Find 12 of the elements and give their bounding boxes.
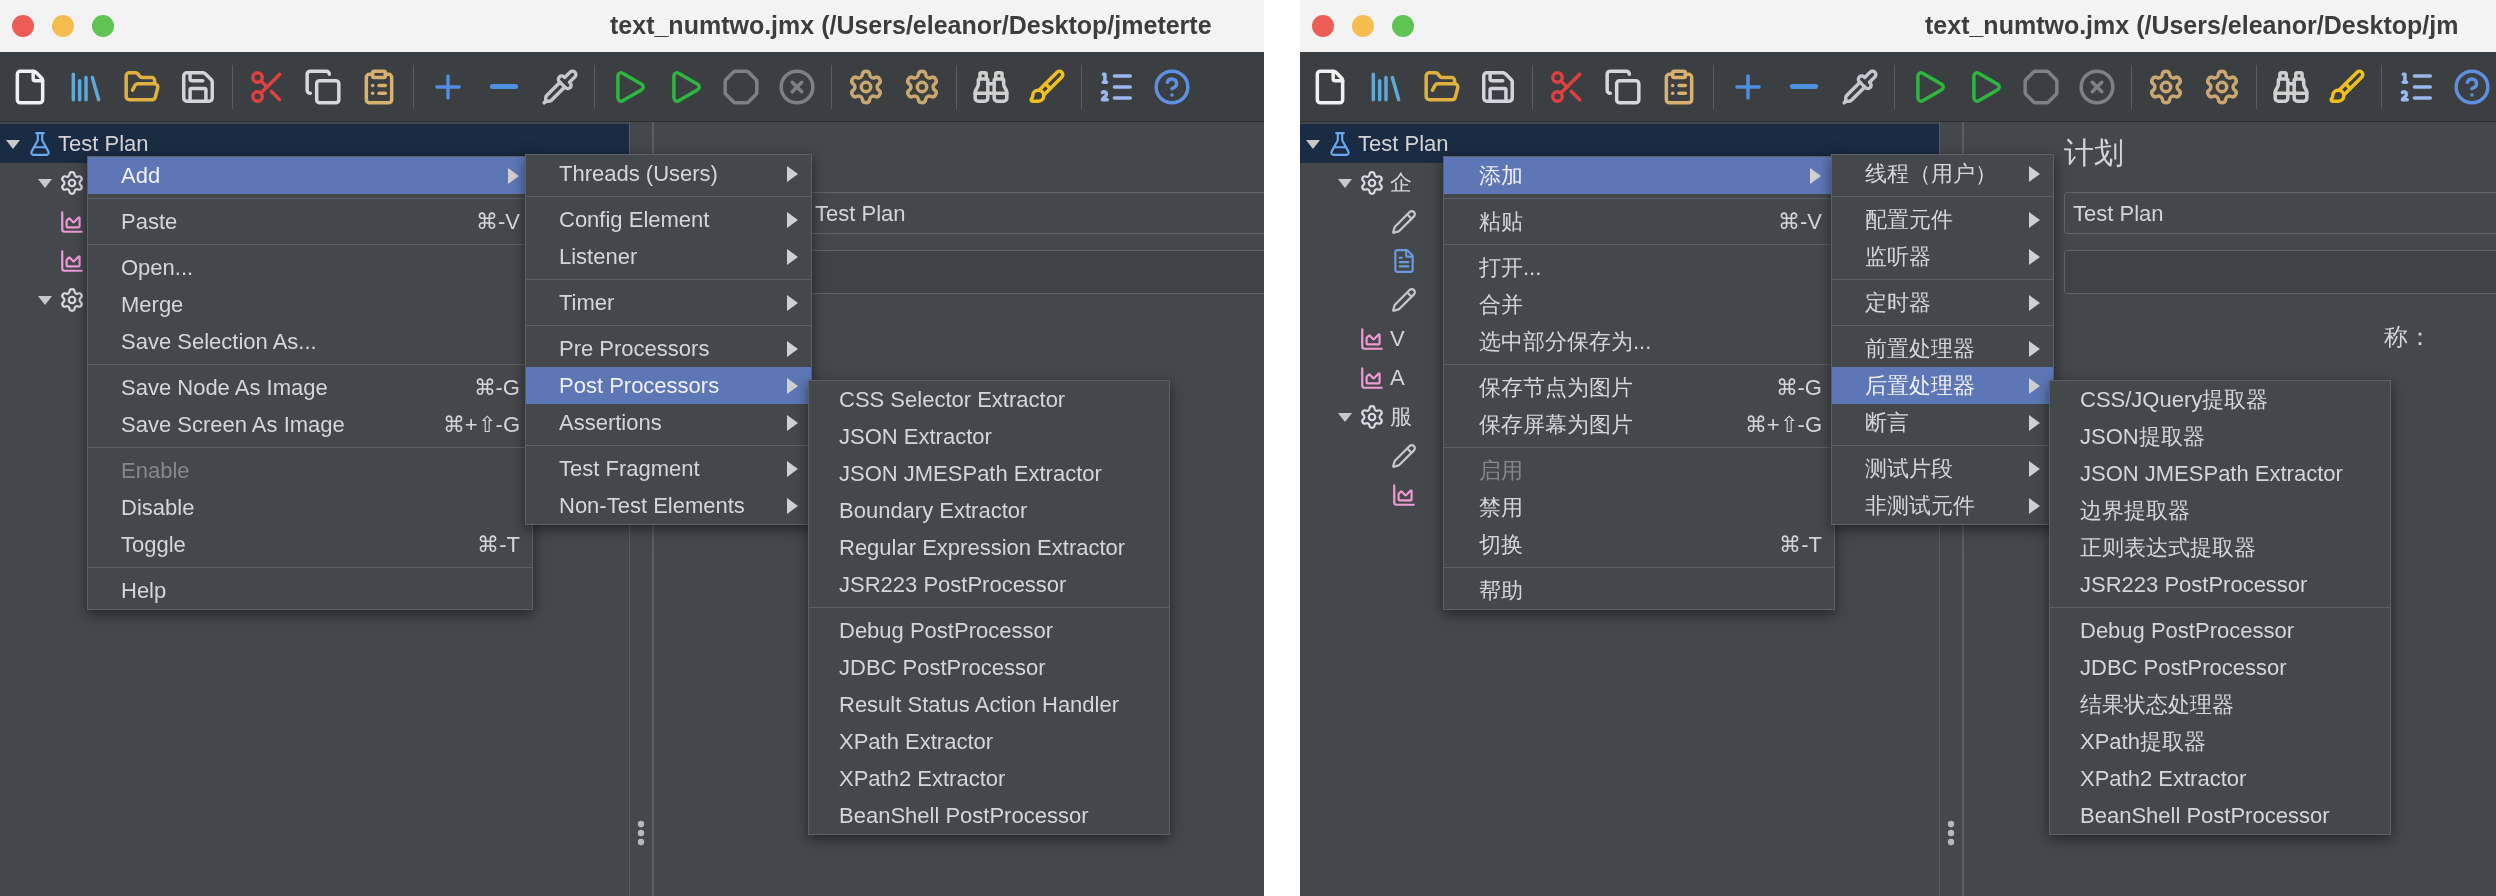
window-title: text_numtwo.jmx (/Users/eleanor/Desktop/jm [1925,10,2459,42]
shortcut-label: ⌘+⇧-G [441,411,520,439]
panel-heading: 计划 [2064,134,2124,171]
shortcut-label: ⌘-G [1774,374,1822,402]
window-title: text_numtwo.jmx (/Users/eleanor/Desktop/jmeterte [610,10,1212,42]
shortcut-label: ⌘-V [1777,208,1822,236]
shortcut-label: ⌘-T [1778,531,1822,559]
shortcut-label: ⌘-G [472,374,520,402]
shortcut-label: ⌘-T [476,531,520,559]
shortcut-label: ⌘-V [475,208,520,236]
field-label: 称： [2384,322,2432,352]
shortcut-label: ⌘+⇧-G [1743,411,1822,439]
